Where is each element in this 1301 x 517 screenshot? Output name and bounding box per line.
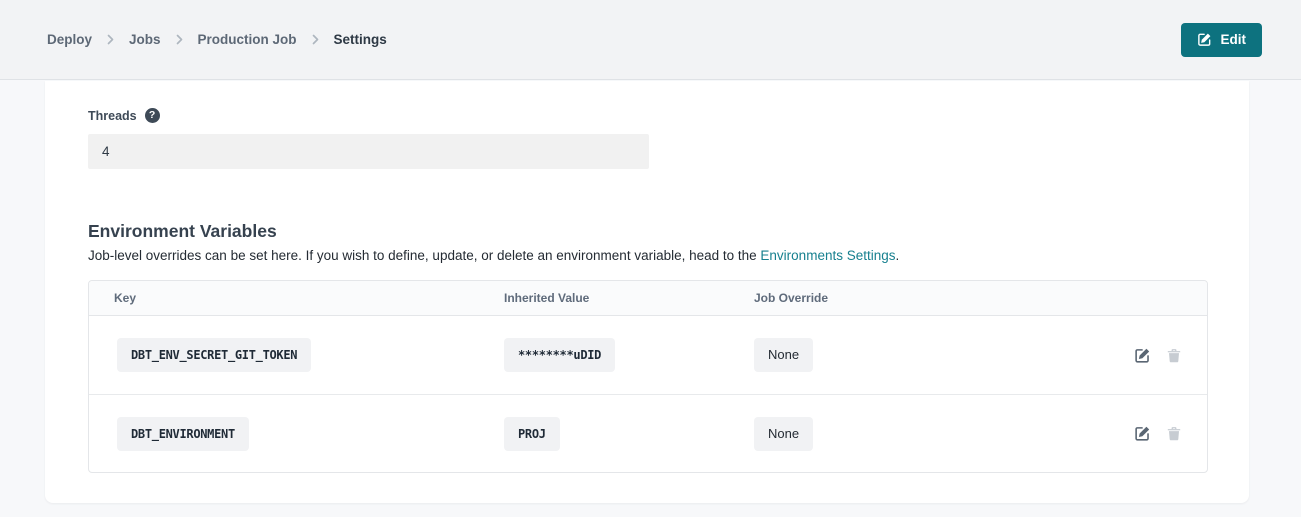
edit-pencil-icon: [1134, 425, 1151, 442]
breadcrumb-item-deploy[interactable]: Deploy: [47, 32, 92, 47]
table-row: DBT_ENV_SECRET_GIT_TOKEN ********uDID No…: [89, 316, 1207, 394]
column-header-key: Key: [89, 291, 504, 305]
job-override-badge: None: [754, 338, 813, 372]
chevron-right-icon: [175, 34, 184, 45]
row-delete-button[interactable]: [1166, 347, 1182, 364]
trash-icon: [1166, 425, 1182, 442]
edit-button-label: Edit: [1221, 32, 1247, 47]
edit-pencil-icon: [1197, 32, 1212, 47]
chevron-right-icon: [311, 34, 320, 45]
settings-card: Threads ? Environment Variables Job-leve…: [45, 81, 1249, 503]
description-text: Job-level overrides can be set here. If …: [88, 248, 760, 263]
column-header-job-override: Job Override: [754, 291, 1107, 305]
description-period: .: [896, 248, 900, 263]
row-edit-button[interactable]: [1134, 347, 1151, 364]
chevron-right-icon: [106, 34, 115, 45]
threads-label: Threads: [88, 109, 137, 123]
breadcrumb-item-production-job[interactable]: Production Job: [198, 32, 297, 47]
job-override-badge: None: [754, 417, 813, 451]
env-var-key-badge: DBT_ENV_SECRET_GIT_TOKEN: [117, 338, 311, 372]
table-header-row: Key Inherited Value Job Override: [89, 281, 1207, 316]
help-icon[interactable]: ?: [145, 108, 160, 123]
env-var-key-badge: DBT_ENVIRONMENT: [117, 417, 249, 451]
environments-settings-link[interactable]: Environments Settings: [760, 248, 895, 263]
row-delete-button[interactable]: [1166, 425, 1182, 442]
env-vars-title: Environment Variables: [88, 221, 1208, 242]
env-vars-description: Job-level overrides can be set here. If …: [88, 248, 1208, 263]
edit-pencil-icon: [1134, 347, 1151, 364]
inherited-value-badge: PROJ: [504, 417, 560, 451]
trash-icon: [1166, 347, 1182, 364]
breadcrumb: Deploy Jobs Production Job Settings: [47, 32, 387, 47]
env-vars-table: Key Inherited Value Job Override DBT_ENV…: [88, 280, 1208, 473]
breadcrumb-item-settings: Settings: [334, 32, 387, 47]
edit-button[interactable]: Edit: [1181, 23, 1263, 57]
top-header-bar: Deploy Jobs Production Job Settings Edit: [0, 0, 1301, 80]
inherited-value-badge: ********uDID: [504, 338, 615, 372]
threads-input[interactable]: [88, 134, 649, 169]
row-edit-button[interactable]: [1134, 425, 1151, 442]
column-header-inherited-value: Inherited Value: [504, 291, 754, 305]
breadcrumb-item-jobs[interactable]: Jobs: [129, 32, 161, 47]
table-row: DBT_ENVIRONMENT PROJ None: [89, 394, 1207, 472]
